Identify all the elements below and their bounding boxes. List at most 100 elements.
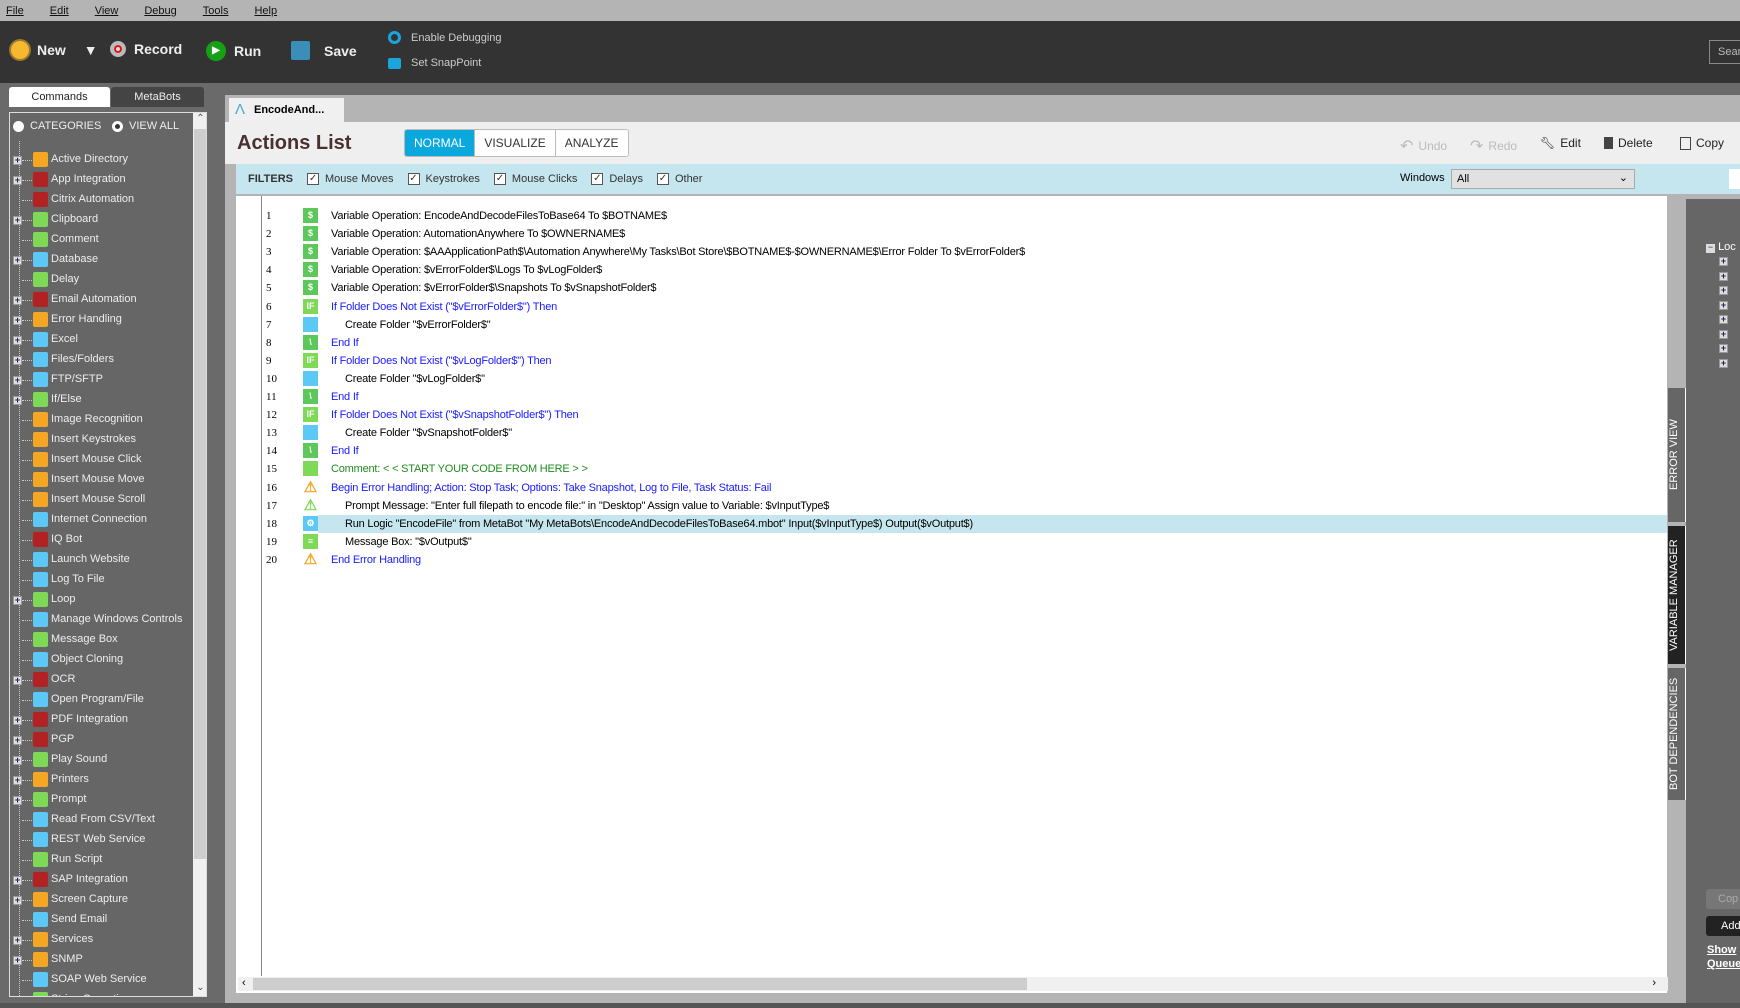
action-row[interactable]: 8 \ End If [236, 334, 1667, 352]
enable-debugging-toggle[interactable]: Enable Debugging [388, 31, 502, 44]
sidebar-item-open-folder[interactable]: Open Program/File [10, 690, 190, 710]
action-row[interactable]: 16 ⚠ Begin Error Handling; Action: Stop Ta… [236, 479, 1667, 497]
sidebar-item-mouse-scroll[interactable]: Insert Mouse Scroll [10, 490, 190, 510]
expand-icon[interactable]: + [13, 675, 22, 685]
expand-icon[interactable]: + [13, 335, 22, 345]
action-row[interactable]: 19 ≡ Message Box: "$vOutput$" [236, 533, 1667, 551]
sidebar-item-windows-controls[interactable]: Manage Windows Controls [10, 610, 190, 630]
radio-categories[interactable]: CATEGORIES [13, 120, 101, 132]
expand-icon[interactable]: + [13, 175, 22, 185]
expand-icon[interactable]: + [13, 295, 22, 305]
expand-icon[interactable]: + [13, 935, 22, 945]
filter-checkbox[interactable]: ✓ Keystrokes [407, 173, 480, 185]
sidebar-item-image[interactable]: Image Recognition [10, 410, 190, 430]
sidebar-item-ftp[interactable]: + FTP/SFTP [10, 370, 190, 390]
expand-icon[interactable]: + [1719, 271, 1728, 281]
expand-icon[interactable]: + [1719, 315, 1728, 324]
action-row[interactable]: 10 Create Folder "$vLogFolder$" [236, 370, 1667, 388]
sidebar-item-folder[interactable]: + Files/Folders [10, 350, 190, 370]
scrollbar-thumb[interactable] [194, 129, 206, 859]
sidebar-item-warning[interactable]: + Error Handling [10, 310, 190, 330]
set-snappoint-button[interactable]: Set SnapPoint [388, 57, 481, 69]
sidebar-item-log[interactable]: Log To File [10, 570, 190, 590]
redo-button[interactable]: ↷ Redo [1470, 136, 1517, 156]
sidebar-item-email[interactable]: + Email Automation [10, 290, 190, 310]
action-row[interactable]: 20 ⚠ End Error Handling [236, 551, 1667, 569]
record-button[interactable]: Record [110, 41, 182, 57]
copy-variable-button[interactable]: Cop [1706, 889, 1740, 909]
sidebar-item-database[interactable]: + Database [10, 250, 190, 270]
mode-analyze[interactable]: ANALYZE [555, 130, 628, 156]
dropdown-arrow-icon[interactable]: ▼ [84, 42, 98, 58]
expand-icon[interactable]: + [1719, 300, 1728, 310]
sidebar-item-iq-bot[interactable]: IQ Bot [10, 530, 190, 550]
sidebar-item-table[interactable]: Read From CSV/Text [10, 810, 190, 830]
add-variable-button[interactable]: Add [1706, 916, 1740, 936]
sidebar-item-loop[interactable]: + Loop [10, 590, 190, 610]
sidebar-item-monitor[interactable]: SOAP Web Service [10, 970, 190, 990]
menu-help[interactable]: Help [254, 5, 277, 17]
new-button[interactable]: New ▼ [11, 41, 98, 59]
sidebar-item-message[interactable]: Message Box [10, 630, 190, 650]
expand-icon[interactable]: + [13, 255, 22, 265]
expand-icon[interactable]: + [13, 775, 22, 785]
sidebar-item-cloning[interactable]: Object Cloning [10, 650, 190, 670]
action-row[interactable]: 4 $ Variable Operation: $vErrorFolder$\Log… [236, 261, 1667, 279]
sidebar-item-printer[interactable]: + Printers [10, 770, 190, 790]
action-row[interactable]: 11 \ End If [236, 388, 1667, 406]
expand-icon[interactable]: + [13, 155, 22, 165]
sidebar-item-mouse[interactable]: Insert Mouse Click [10, 450, 190, 470]
collapse-icon[interactable]: − [1706, 243, 1715, 253]
mode-normal[interactable]: NORMAL [405, 130, 476, 156]
save-button[interactable]: Save [291, 41, 357, 60]
tab-bot-dependencies[interactable]: BOT DEPENDENCIES [1668, 668, 1686, 800]
action-row[interactable]: 13 Create Folder "$vSnapshotFolder$" [236, 424, 1667, 442]
sidebar-item-services[interactable]: + Services [10, 930, 190, 950]
action-row[interactable]: 2 $ Variable Operation: AutomationAnywhere… [236, 225, 1667, 243]
sidebar-item-if[interactable]: + If/Else [10, 390, 190, 410]
sidebar-item-speaker[interactable]: + Play Sound [10, 750, 190, 770]
sidebar-item-envelope[interactable]: Send Email [10, 910, 190, 930]
expand-icon[interactable]: + [13, 955, 22, 965]
sidebar-item-key[interactable]: + PGP [10, 730, 190, 750]
sidebar-item-citrix[interactable]: Citrix Automation [10, 190, 190, 210]
action-row[interactable]: 5 $ Variable Operation: $vErrorFolder$\Sna… [236, 279, 1667, 297]
expand-icon[interactable]: + [13, 315, 22, 325]
expand-icon[interactable]: + [1719, 358, 1728, 368]
sidebar-scrollbar[interactable]: ⌃ ⌄ [193, 113, 206, 996]
queue-link[interactable]: Queue [1707, 958, 1740, 970]
expand-icon[interactable]: + [1719, 329, 1728, 339]
action-row[interactable]: 18 ⚙ Run Logic "EncodeFile" from MetaBot "… [236, 514, 1667, 533]
sidebar-item-ocr[interactable]: + OCR [10, 670, 190, 690]
sidebar-item-comment[interactable]: Comment [10, 230, 190, 250]
radio-view-all[interactable]: VIEW ALL [112, 120, 179, 132]
scroll-up-icon[interactable]: ⌃ [193, 113, 206, 129]
sidebar-item-prompt[interactable]: + Prompt [10, 790, 190, 810]
copy-button[interactable]: Copy [1680, 136, 1724, 150]
sidebar-item-keystroke[interactable]: Insert Keystrokes [10, 430, 190, 450]
mode-visualize[interactable]: VISUALIZE [475, 130, 556, 156]
sidebar-item-excel[interactable]: + Excel [10, 330, 190, 350]
scroll-down-icon[interactable]: ⌄ [193, 982, 206, 996]
action-row[interactable]: 1 $ Variable Operation: EncodeAndDecodeFil… [236, 207, 1667, 225]
expand-icon[interactable]: + [13, 995, 22, 996]
tree-root[interactable]: − Loc [1706, 241, 1736, 253]
tab-commands[interactable]: Commands [9, 87, 110, 107]
sidebar-item-string[interactable]: + String Operation [10, 990, 190, 996]
sidebar-item-script[interactable]: Run Script [10, 850, 190, 870]
menu-edit[interactable]: Edit [50, 5, 69, 17]
menu-tools[interactable]: Tools [203, 5, 229, 17]
sidebar-item-mouse-move[interactable]: Insert Mouse Move [10, 470, 190, 490]
expand-icon[interactable]: + [13, 875, 22, 885]
expand-icon[interactable]: + [13, 395, 22, 405]
sidebar-item-website[interactable]: Launch Website [10, 550, 190, 570]
expand-icon[interactable]: + [1719, 286, 1728, 295]
windows-select[interactable]: All ⌄ [1451, 169, 1635, 189]
scroll-left-icon[interactable]: ‹ [242, 977, 246, 989]
filter-checkbox[interactable]: ✓ Mouse Moves [307, 173, 394, 185]
action-row[interactable]: 9 IF If Folder Does Not Exist ("$vLogFolde… [236, 352, 1667, 370]
expand-icon[interactable]: + [13, 735, 22, 745]
sidebar-item-camera[interactable]: + Screen Capture [10, 890, 190, 910]
action-row[interactable]: 3 $ Variable Operation: $AAApplicationPath… [236, 243, 1667, 261]
expand-icon[interactable]: + [13, 215, 22, 225]
